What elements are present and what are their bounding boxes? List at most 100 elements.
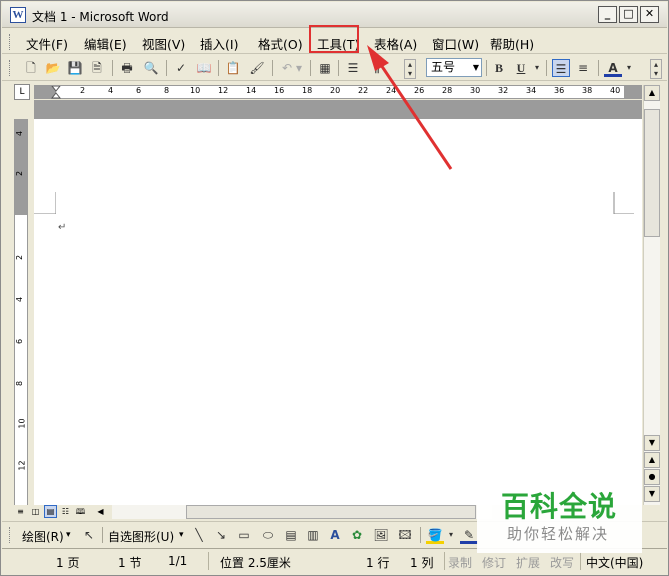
font-size-select[interactable]: 五号 ▼: [426, 58, 482, 77]
vertical-scrollbar[interactable]: ▲ ▼ ▲ ● ▼: [643, 85, 660, 505]
line-color-icon[interactable]: ✎: [460, 526, 478, 544]
new-document-icon[interactable]: 🗋: [22, 59, 40, 77]
watermark: 百科全说 助你轻松解决: [477, 483, 642, 553]
prev-page-icon[interactable]: ▲: [644, 452, 660, 468]
horizontal-ruler[interactable]: 2 4 6 8 10 12 14 16 18 20 22 24 26 28 30…: [34, 85, 642, 99]
status-column: 1 列: [410, 556, 434, 570]
picture-icon[interactable]: 🖾: [396, 526, 414, 544]
ruler-num: 34: [526, 86, 537, 95]
watermark-main: 百科全说: [501, 490, 618, 523]
paste-icon[interactable]: 📋: [224, 59, 242, 77]
format-painter-icon[interactable]: 🖌: [248, 59, 266, 77]
arrow-tool-icon[interactable]: ↘: [212, 526, 230, 544]
menu-edit[interactable]: 编辑(E): [84, 34, 127, 53]
font-color-button[interactable]: A: [604, 59, 622, 77]
word-window: W 文档 1 - Microsoft Word _ □ ✕ 文件(F) 编辑(E…: [0, 0, 669, 576]
scroll-thumb[interactable]: [644, 109, 660, 237]
tab-selector[interactable]: L: [14, 84, 30, 100]
spelling-icon[interactable]: ✓: [172, 59, 190, 77]
status-ext[interactable]: 扩展: [516, 554, 540, 571]
status-section: 1 节: [118, 556, 142, 570]
line-icon[interactable]: ╲: [190, 526, 208, 544]
status-ovr[interactable]: 改写: [550, 554, 574, 571]
word-doc-icon[interactable]: W: [10, 7, 26, 23]
normal-view-icon[interactable]: ≡: [14, 505, 27, 518]
oval-icon[interactable]: ⬭: [258, 526, 278, 544]
reading-view-icon[interactable]: 🕮: [74, 505, 87, 518]
scroll-down-icon[interactable]: ▼: [644, 435, 660, 451]
diagram-icon[interactable]: ✿: [348, 526, 366, 544]
menu-view[interactable]: 视图(V): [142, 34, 185, 53]
ruler-num: 4: [108, 86, 114, 95]
status-rec[interactable]: 录制: [448, 554, 472, 571]
fill-color-icon[interactable]: 🪣: [426, 526, 444, 544]
close-button[interactable]: ✕: [640, 6, 659, 23]
next-page-icon[interactable]: ▼: [644, 486, 660, 502]
ruler-num: 12: [218, 86, 229, 95]
underline-dropdown-icon[interactable]: ▾: [532, 59, 542, 77]
menu-file[interactable]: 文件(F): [26, 34, 68, 53]
horizontal-scroll-thumb[interactable]: [186, 505, 476, 519]
clipart-icon[interactable]: 🖼: [372, 526, 390, 544]
open-folder-icon[interactable]: 📂: [44, 59, 62, 77]
tools-menu-highlight: [309, 25, 359, 53]
font-color-dropdown-icon[interactable]: ▾: [624, 59, 634, 77]
grip-handle[interactable]: [9, 34, 12, 50]
menu-format[interactable]: 格式(O): [258, 34, 303, 53]
menu-table[interactable]: 表格(A): [374, 34, 417, 53]
drawbar-grip[interactable]: [9, 527, 12, 543]
status-pages: 1/1: [168, 554, 188, 568]
underline-button[interactable]: U: [512, 59, 530, 77]
research-icon[interactable]: 📖: [195, 59, 213, 77]
vertical-textbox-icon[interactable]: ▥: [304, 526, 322, 544]
columns-icon[interactable]: ☰: [344, 59, 362, 77]
outline-view-icon[interactable]: ☷: [59, 505, 72, 518]
toolbar-grip[interactable]: [9, 60, 12, 76]
draw-menu-button[interactable]: 绘图(R): [22, 528, 64, 545]
ruler-num: 20: [330, 86, 341, 95]
ruler-num: 8: [164, 86, 170, 95]
insert-table-icon[interactable]: ▦: [316, 59, 334, 77]
web-view-icon[interactable]: ◫: [29, 505, 42, 518]
permission-icon[interactable]: 🗎: [88, 59, 106, 77]
print-preview-icon[interactable]: 🔍: [142, 59, 160, 77]
margin-corner-tl: [34, 192, 56, 214]
ruler-num: 28: [442, 86, 453, 95]
align-center-icon[interactable]: ≡: [574, 59, 592, 77]
select-objects-icon[interactable]: ↖: [80, 526, 98, 544]
menu-window[interactable]: 窗口(W): [432, 34, 479, 53]
print-icon[interactable]: 🖶: [118, 59, 136, 77]
status-page: 1 页: [56, 556, 80, 570]
fill-dropdown-icon[interactable]: ▾: [446, 526, 456, 544]
ruler-num: 18: [302, 86, 313, 95]
menu-insert[interactable]: 插入(I): [200, 34, 238, 53]
undo-dropdown-icon[interactable]: ▾: [294, 59, 304, 77]
drawing-icon[interactable]: ⫼: [368, 59, 386, 77]
scroll-up-icon[interactable]: ▲: [644, 85, 660, 101]
maximize-button[interactable]: □: [619, 6, 638, 23]
print-layout-icon[interactable]: ▤: [44, 505, 57, 518]
bold-button[interactable]: B: [490, 59, 508, 77]
autoshapes-button[interactable]: 自选图形(U): [108, 528, 174, 545]
document-page[interactable]: ↵: [34, 100, 642, 505]
vertical-ruler[interactable]: 4 2 2 4 6 8 10 12: [14, 119, 28, 505]
font-size-value: 五号: [431, 60, 456, 74]
scroll-left-icon[interactable]: ◀: [94, 505, 107, 518]
ruler-num: 36: [554, 86, 565, 95]
browse-object-icon[interactable]: ●: [644, 469, 660, 485]
minimize-button[interactable]: _: [598, 6, 617, 23]
toolbar-options-icon[interactable]: ▴ ▾: [404, 59, 416, 79]
wordart-icon[interactable]: A: [326, 526, 344, 544]
toolbar-options-icon-2[interactable]: ▴ ▾: [650, 59, 662, 79]
chevron-down-icon[interactable]: ▾: [66, 530, 71, 540]
textbox-icon[interactable]: ▤: [282, 526, 300, 544]
rectangle-icon[interactable]: ▭: [234, 526, 254, 544]
chevron-down-icon[interactable]: ▾: [179, 530, 184, 540]
ruler-num: 30: [470, 86, 481, 95]
ruler-num: 24: [386, 86, 397, 95]
status-trk[interactable]: 修订: [482, 554, 506, 571]
align-justify-icon[interactable]: ☰: [552, 59, 570, 77]
menu-help[interactable]: 帮助(H): [490, 34, 534, 53]
save-icon[interactable]: 💾: [66, 59, 84, 77]
paragraph-mark: ↵: [58, 222, 67, 233]
